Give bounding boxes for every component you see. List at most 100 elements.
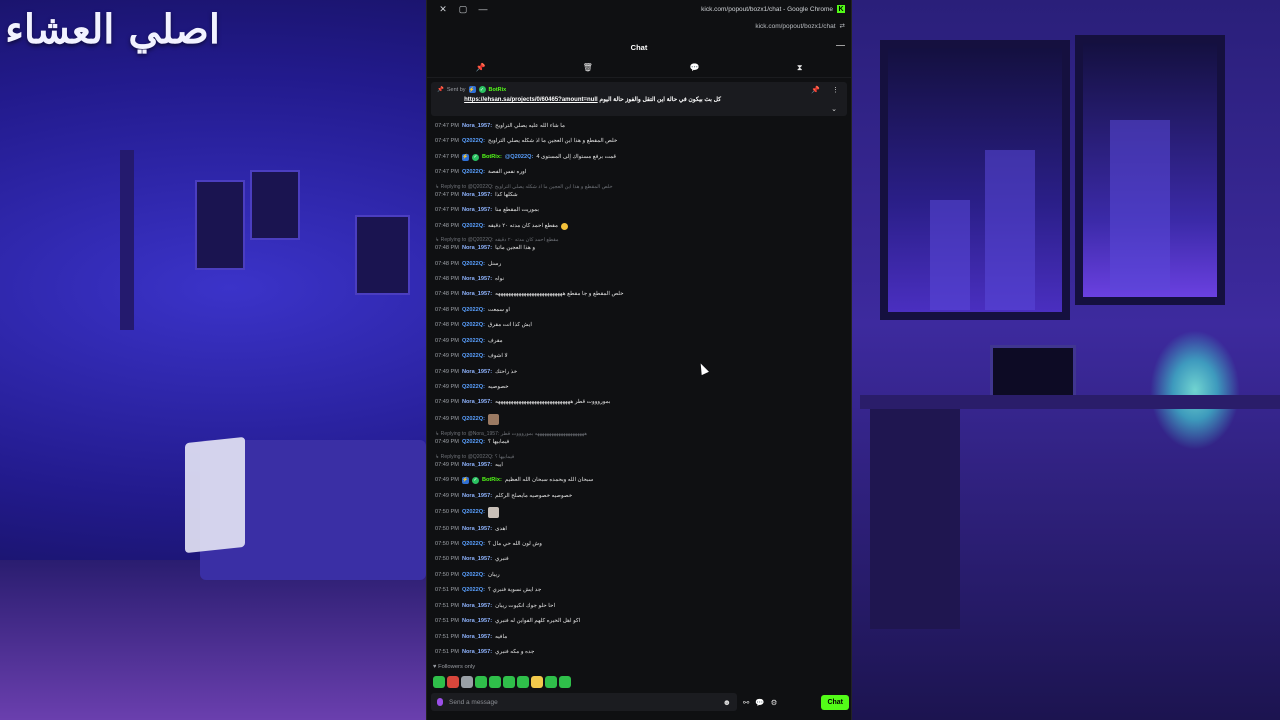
chat-message[interactable]: 07:47 PM Nora_1957: بموريت المقطع منا: [435, 206, 845, 215]
message-username[interactable]: Nora_1957:: [462, 461, 492, 470]
chat-message[interactable]: 07:49 PM Nora_1957: خذ راحتك: [435, 368, 845, 377]
message-username[interactable]: Nora_1957:: [462, 122, 492, 131]
message-username[interactable]: Nora_1957:: [462, 191, 492, 200]
message-username[interactable]: Q2022Q:: [462, 222, 485, 231]
pin-tool-icon[interactable]: 📌: [476, 63, 486, 72]
quick-emote[interactable]: [489, 676, 501, 688]
message-username[interactable]: Nora_1957:: [462, 633, 492, 642]
quick-emote[interactable]: [531, 676, 543, 688]
link-icon[interactable]: ⚯: [743, 698, 749, 707]
chat-message[interactable]: 07:51 PM Nora_1957: اكو اهل الخيره كلهم ال…: [435, 617, 845, 626]
message-username[interactable]: Nora_1957:: [462, 602, 492, 611]
chat-message[interactable]: 07:49 PM Nora_1957: بموروووت قطر ههههههههه…: [435, 398, 845, 407]
message-username[interactable]: @Q2022Q:: [505, 153, 533, 162]
message-username[interactable]: Q2022Q:: [462, 438, 485, 447]
message-username[interactable]: Nora_1957:: [462, 398, 492, 407]
message-username[interactable]: Nora_1957:: [462, 206, 492, 215]
chat-message[interactable]: 07:49 PM Q2022Q: فيمابيها ؟: [435, 438, 845, 447]
pinned-sender[interactable]: BotRix: [489, 87, 507, 93]
speech-bubble-icon[interactable]: 💬: [690, 63, 700, 72]
message-username[interactable]: Q2022Q:: [462, 337, 485, 346]
chat-message[interactable]: 07:49 PM Q2022Q:: [435, 413, 845, 425]
chat-message[interactable]: 07:47 PM Nora_1957: ما شاء الله عليه يصلي …: [435, 122, 845, 131]
bot-username[interactable]: BotRix:: [482, 153, 502, 162]
send-chat-button[interactable]: Chat: [821, 694, 849, 710]
url-text[interactable]: kick.com/popout/bozx1/chat: [755, 23, 835, 30]
chat-message[interactable]: 07:48 PM Q2022Q: مقطع احمد كان مدته ٢٠ دقي…: [435, 222, 845, 231]
chat-message[interactable]: 07:49 PM Nora_1957: خصوصيه خصوصيه مايصلح ا…: [435, 492, 845, 501]
message-username[interactable]: Q2022Q:: [462, 586, 485, 595]
chat-message[interactable]: 07:49 PM Nora_1957: اييه: [435, 461, 845, 470]
chat-message[interactable]: 07:47 PM Q2022Q: اوره نفس الفصة: [435, 168, 845, 177]
chat-message[interactable]: 07:49 PM ⚡ ✓ BotRix: سبحان الله وبحمده سبحان…: [435, 476, 845, 485]
chat-bubble-icon[interactable]: 💬: [755, 698, 764, 707]
message-username[interactable]: Nora_1957:: [462, 525, 492, 534]
message-list[interactable]: 07:47 PM Nora_1957: ما شاء الله عليه يصلي …: [427, 122, 853, 660]
message-username[interactable]: Nora_1957:: [462, 492, 492, 501]
chat-message[interactable]: 07:49 PM Q2022Q: مقرف: [435, 337, 845, 346]
message-username[interactable]: Q2022Q:: [462, 306, 485, 315]
chat-message[interactable]: 07:48 PM Q2022Q: ايش كذا انت مقرق: [435, 321, 845, 330]
mic-icon[interactable]: [437, 698, 443, 706]
pinned-message[interactable]: 📌 Sent by ⚡ ✓ BotRix كل بث بيكون في حالة…: [431, 82, 847, 116]
quick-emote[interactable]: [559, 676, 571, 688]
chat-message[interactable]: 07:48 PM Q2022Q: رسنل: [435, 260, 845, 269]
hourglass-icon[interactable]: ⧗: [797, 63, 803, 73]
quick-emote[interactable]: [503, 676, 515, 688]
message-username[interactable]: Q2022Q:: [462, 352, 485, 361]
quick-emote[interactable]: [461, 676, 473, 688]
unpin-icon[interactable]: 📌: [811, 86, 820, 94]
minimize-icon[interactable]: —: [473, 0, 493, 18]
message-username[interactable]: Q2022Q:: [462, 383, 485, 392]
chat-message[interactable]: 07:48 PM Q2022Q: او سمعت: [435, 306, 845, 315]
message-username[interactable]: Nora_1957:: [462, 368, 492, 377]
message-username[interactable]: Q2022Q:: [462, 571, 485, 580]
chevron-down-icon[interactable]: ⌄: [831, 105, 837, 113]
more-options-icon[interactable]: ⋮: [832, 86, 839, 94]
message-username[interactable]: Nora_1957:: [462, 290, 492, 299]
chat-message[interactable]: 07:49 PM Q2022Q: خصوصيه: [435, 383, 845, 392]
chat-message[interactable]: 07:47 PM Q2022Q: خلص المقطع و هذا اين العج…: [435, 137, 845, 146]
reply-context[interactable]: ↳ Replying to @Nora_1957: هههههههههههههه…: [435, 431, 845, 438]
pinned-link[interactable]: https://ehsan.sa/projects/0/60465?amount…: [464, 97, 598, 103]
reply-context[interactable]: ↳ Replying to @Q2022Q: فيمابيها ؟: [435, 454, 845, 461]
message-username[interactable]: BotRix:: [482, 476, 502, 485]
message-username[interactable]: Nora_1957:: [462, 275, 492, 284]
collapse-icon[interactable]: —: [836, 40, 845, 50]
message-username[interactable]: Q2022Q:: [462, 137, 485, 146]
chat-message[interactable]: 07:51 PM Q2022Q: جد ايش نسوية فنبري ؟: [435, 586, 845, 595]
chat-message[interactable]: 07:50 PM Nora_1957: فنبري: [435, 555, 845, 564]
quick-emote[interactable]: [447, 676, 459, 688]
chat-message[interactable]: 07:47 PM Nora_1957: شكلها كذا: [435, 191, 845, 200]
message-username[interactable]: Q2022Q:: [462, 260, 485, 269]
chat-message[interactable]: 07:48 PM Nora_1957: نواه: [435, 275, 845, 284]
chat-message[interactable]: 07:50 PM Q2022Q: ريبان: [435, 571, 845, 580]
message-username[interactable]: Q2022Q:: [462, 540, 485, 549]
emoji-picker-icon[interactable]: ☻: [723, 698, 731, 707]
quick-emote[interactable]: [475, 676, 487, 688]
message-username[interactable]: Nora_1957:: [462, 648, 492, 657]
reply-context[interactable]: ↳ Replying to @Q2022Q: مقطع احمد كان مدت…: [435, 237, 845, 244]
close-icon[interactable]: ✕: [433, 0, 453, 18]
chat-message[interactable]: 07:51 PM Nora_1957: مافيه: [435, 633, 845, 642]
tune-icon[interactable]: ⇄: [840, 22, 845, 30]
chat-message[interactable]: 07:48 PM Nora_1957: و هذا العجين ماتيا: [435, 244, 845, 253]
gear-icon[interactable]: ⚙: [771, 698, 778, 707]
chat-message[interactable]: 07:50 PM Q2022Q: وش لون الله حي مال ؟: [435, 540, 845, 549]
message-username[interactable]: Q2022Q:: [462, 168, 485, 177]
chat-message[interactable]: 07:50 PM Nora_1957: اهدى: [435, 525, 845, 534]
message-input[interactable]: Send a message ☻: [431, 693, 737, 711]
trash-icon[interactable]: 🗑: [583, 63, 593, 72]
chat-message[interactable]: 07:51 PM Nora_1957: احا حلو جوك انكيوت ريب…: [435, 602, 845, 611]
quick-emote[interactable]: [517, 676, 529, 688]
chat-message[interactable]: 07:50 PM Q2022Q:: [435, 507, 845, 519]
message-username[interactable]: Q2022Q:: [462, 321, 485, 330]
chat-message[interactable]: 07:51 PM Nora_1957: جده و مكه فنبري: [435, 648, 845, 657]
quick-emote[interactable]: [433, 676, 445, 688]
message-username[interactable]: Nora_1957:: [462, 244, 492, 253]
message-username[interactable]: Q2022Q:: [462, 508, 485, 517]
maximize-icon[interactable]: ▢: [453, 0, 473, 18]
chat-message[interactable]: 07:49 PM Q2022Q: لا اشوف: [435, 352, 845, 361]
message-username[interactable]: Nora_1957:: [462, 555, 492, 564]
chat-message[interactable]: 07:48 PM Nora_1957: خلص المقطع و جا مقطع ه…: [435, 290, 845, 299]
